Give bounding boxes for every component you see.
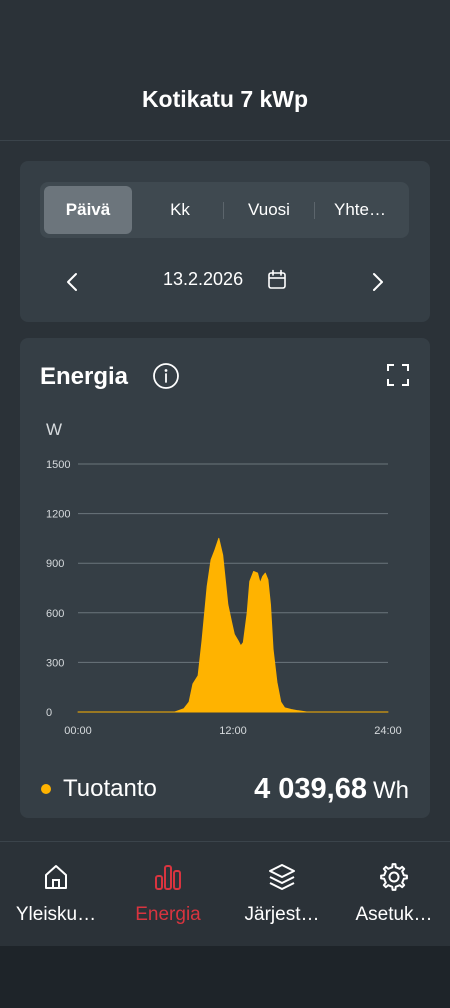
- legend-label: Tuotanto: [63, 775, 157, 802]
- system-bar-area: [0, 946, 450, 1008]
- tab-total[interactable]: Yhte…: [315, 186, 405, 234]
- period-card: Päivä Kk Vuosi Yhte… 13.2.2026: [20, 161, 430, 322]
- tab-month[interactable]: Kk: [137, 186, 223, 234]
- period-tabs: Päivä Kk Vuosi Yhte…: [40, 182, 409, 238]
- tab-year[interactable]: Vuosi: [224, 186, 314, 234]
- nav-item-settings[interactable]: Asetuk…: [338, 842, 450, 946]
- tab-day[interactable]: Päivä: [44, 186, 132, 234]
- chevron-left-icon[interactable]: [58, 267, 88, 297]
- layers-icon: [269, 864, 295, 890]
- y-tick-label: 600: [46, 608, 64, 620]
- x-tick-label: 12:00: [219, 725, 247, 737]
- bar-chart-icon: [155, 865, 181, 890]
- nav-label: Asetuk…: [355, 904, 433, 925]
- x-tick-label: 24:00: [374, 725, 402, 737]
- app-header: Kotikatu 7 kWp: [0, 0, 450, 141]
- date-navigator: 13.2.2026: [20, 261, 430, 301]
- info-icon[interactable]: [152, 362, 180, 390]
- page-title: Kotikatu 7 kWp: [141, 86, 309, 112]
- total-unit: Wh: [373, 777, 409, 804]
- nav-label: Yleisku…: [15, 904, 97, 925]
- energy-chart: 0 300 600 900 1200 1500 00:00 12:00 24:00: [46, 459, 402, 737]
- total-value: 4 039,68: [254, 773, 367, 805]
- fullscreen-icon[interactable]: [386, 363, 410, 387]
- y-tick-label: 900: [46, 558, 64, 570]
- energy-card: Energia W 0 300 600 900 1200 1500 00:00 12:00 24…: [20, 338, 430, 818]
- y-tick-label: 1500: [46, 459, 70, 471]
- nav-item-overview[interactable]: Yleisku…: [0, 842, 112, 946]
- y-tick-label: 300: [46, 657, 64, 669]
- calendar-icon[interactable]: [267, 269, 287, 291]
- card-title: Energia: [40, 363, 129, 390]
- production-area: [77, 537, 389, 713]
- nav-item-system[interactable]: Järjest…: [226, 842, 338, 946]
- y-tick-label: 0: [46, 707, 52, 719]
- selected-date[interactable]: 13.2.2026: [163, 269, 243, 290]
- home-icon: [45, 865, 67, 889]
- bottom-navigation: Yleisku… Energia Järjest… Asetuk…: [0, 841, 450, 946]
- x-tick-label: 00:00: [64, 725, 92, 737]
- nav-label: Energia: [135, 904, 201, 925]
- y-tick-label: 1200: [46, 509, 70, 521]
- chevron-right-icon[interactable]: [362, 267, 392, 297]
- nav-item-energy[interactable]: Energia: [112, 842, 224, 946]
- y-axis-unit: W: [46, 420, 63, 439]
- gear-icon: [380, 863, 408, 891]
- total-energy: 4 039,68 Wh: [254, 773, 409, 806]
- nav-label: Järjest…: [244, 904, 320, 925]
- legend-marker: [41, 784, 51, 794]
